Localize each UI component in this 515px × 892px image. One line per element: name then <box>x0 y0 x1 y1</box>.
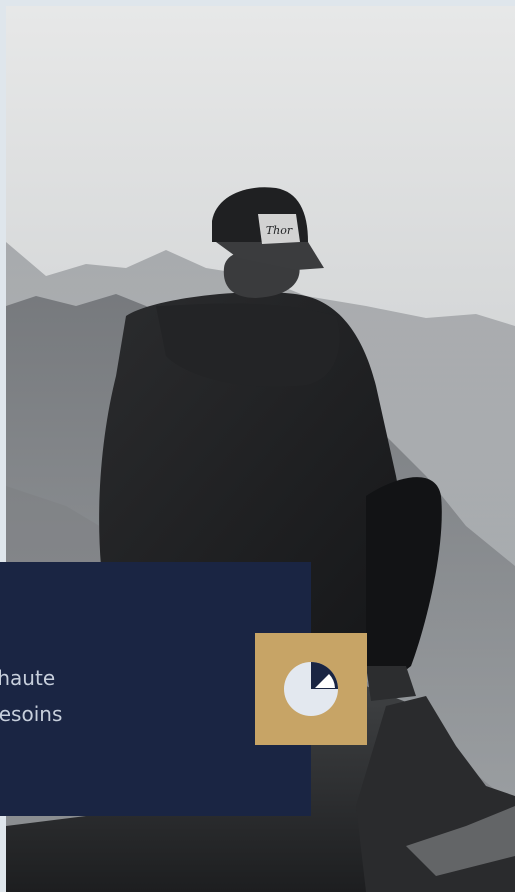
pie-chart-icon <box>284 662 338 716</box>
info-card-line-2: tés aux besoins <box>0 702 63 726</box>
info-card-line-1: iques de haute <box>0 666 56 690</box>
page: Thor iques de haute tés aux besoins <box>0 0 515 892</box>
info-card-text: iques de haute tés aux besoins <box>0 660 206 732</box>
cap-logo-text: Thor <box>266 224 293 237</box>
feature-icon-tile <box>255 633 367 745</box>
